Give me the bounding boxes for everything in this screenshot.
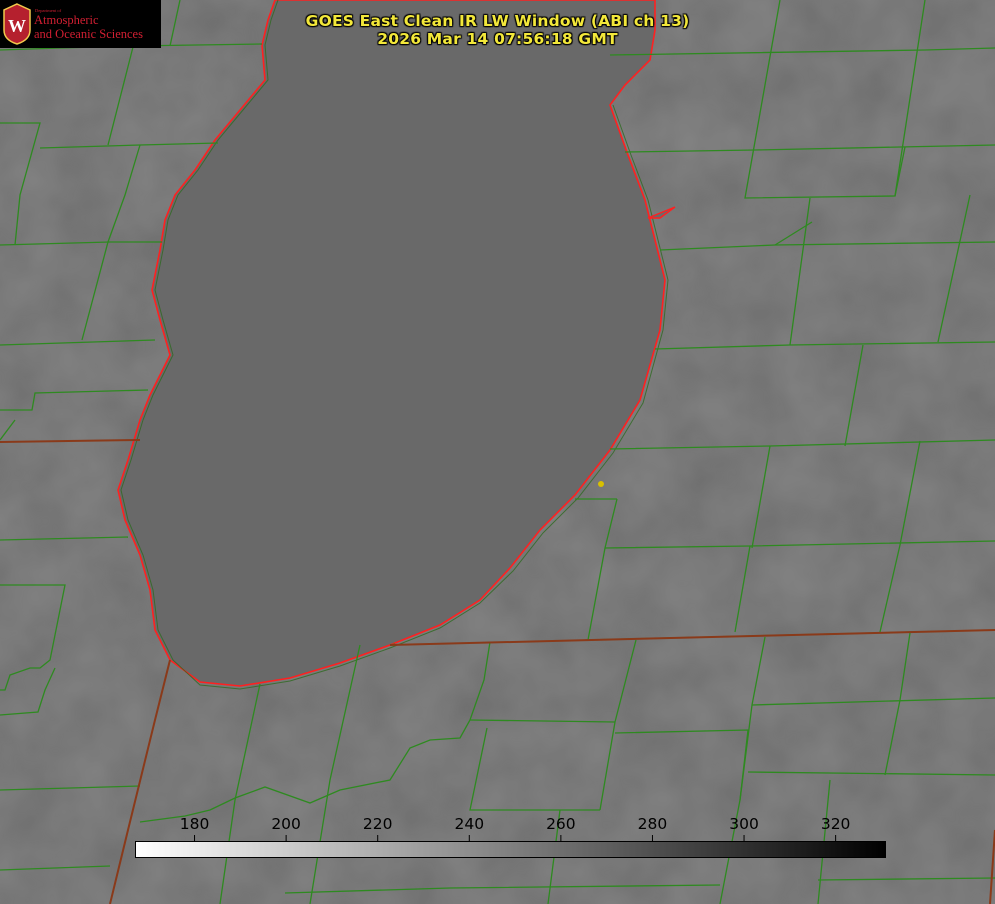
colorbar-tick-label: 240	[454, 815, 485, 833]
colorbar-frame	[135, 841, 886, 858]
colorbar-tick-label: 200	[271, 815, 301, 833]
image-title: GOES East Clean IR LW Window (ABI ch 13)	[305, 12, 690, 30]
colorbar-tick-label: 300	[729, 815, 759, 833]
location-marker[interactable]	[598, 481, 604, 487]
colorbar-tick-label: 280	[637, 815, 668, 833]
colorbar-tick-label: 260	[546, 815, 576, 833]
satellite-image-viewer: W Department of Atmospheric and Oceanic …	[0, 0, 995, 904]
colorbar-tick-label: 220	[362, 815, 393, 833]
image-timestamp: 2026 Mar 14 07:56:18 GMT	[377, 30, 618, 48]
colorbar-tick-label: 180	[179, 815, 210, 833]
ir-satellite-map	[0, 0, 995, 904]
colorbar-tick-label: 320	[820, 815, 851, 833]
